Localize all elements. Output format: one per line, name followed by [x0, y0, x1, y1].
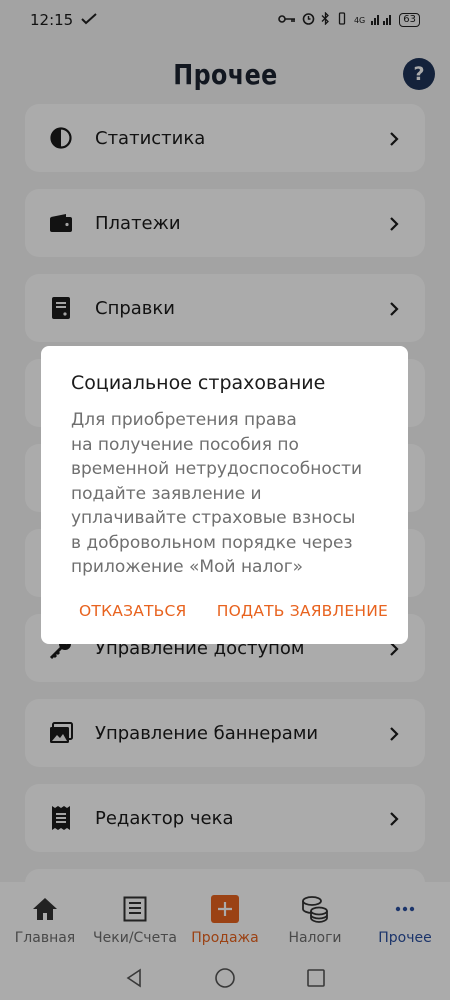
dialog-title: Социальное страхование	[71, 372, 326, 394]
social-insurance-dialog: Социальное страхование Для приобретения …	[41, 346, 408, 644]
dialog-actions: ОТКАЗАТЬСЯ ПОДАТЬ ЗАЯВЛЕНИЕ	[41, 602, 408, 620]
dialog-message: Для приобретения права на получение посо…	[71, 410, 363, 577]
decline-button[interactable]: ОТКАЗАТЬСЯ	[79, 602, 187, 620]
apply-button[interactable]: ПОДАТЬ ЗАЯВЛЕНИЕ	[217, 602, 388, 620]
